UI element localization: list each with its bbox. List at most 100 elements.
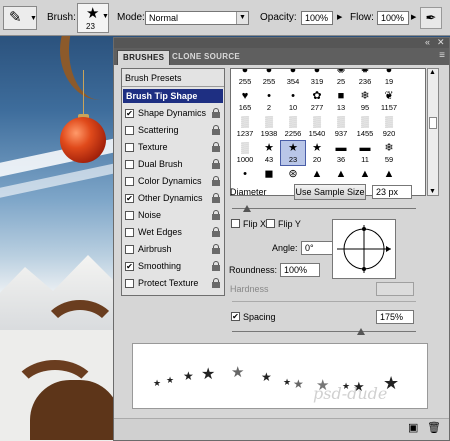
option-other-dynamics[interactable]: ✔ Other Dynamics: [125, 192, 224, 206]
dash-icon: ▬: [335, 142, 347, 154]
diameter-slider-track[interactable]: [232, 208, 416, 209]
option-checkbox[interactable]: [125, 160, 134, 169]
leaf-icon: ❦: [384, 90, 394, 102]
collapse-icon[interactable]: «: [425, 37, 430, 47]
option-checkbox[interactable]: ✔: [125, 109, 134, 118]
brush-tip-dot[interactable]: • 10: [281, 89, 305, 113]
flip-x-checkbox[interactable]: [231, 219, 240, 228]
tool-preset-picker[interactable]: ✎ ▼: [3, 6, 37, 30]
texture-icon: ▒: [265, 116, 273, 128]
brush-tip-texture[interactable]: ▒ 920: [377, 115, 401, 139]
brush-tip-snowflake[interactable]: ❄ 95: [353, 89, 377, 113]
lock-icon[interactable]: [212, 261, 220, 271]
option-color-dynamics[interactable]: Color Dynamics: [125, 175, 224, 189]
square-icon: ■: [337, 90, 345, 102]
scroll-down-icon[interactable]: ▼: [429, 188, 436, 195]
lock-icon[interactable]: [212, 159, 220, 169]
brush-tip-snowflake[interactable]: ❄ 59: [377, 141, 401, 165]
option-checkbox[interactable]: [125, 279, 134, 288]
lock-icon[interactable]: [212, 142, 220, 152]
brush-tip-blob[interactable]: ● 319: [305, 69, 329, 87]
option-scattering[interactable]: Scattering: [125, 124, 224, 138]
brush-tip-blob[interactable]: ● 255: [233, 69, 257, 87]
scroll-up-icon[interactable]: ▲: [429, 69, 436, 76]
scroll-thumb[interactable]: [429, 117, 437, 129]
option-checkbox[interactable]: [125, 211, 134, 220]
lock-icon[interactable]: [212, 193, 220, 203]
spacing-slider-thumb[interactable]: [356, 328, 365, 335]
airbrush-toggle-button[interactable]: ✒: [420, 7, 442, 29]
lock-icon[interactable]: [212, 278, 220, 288]
brush-tip-star[interactable]: ★ 43: [257, 141, 281, 165]
opacity-input[interactable]: 100%: [301, 11, 333, 25]
option-checkbox[interactable]: ✔: [125, 262, 134, 271]
brush-tip-square[interactable]: ■ 13: [329, 89, 353, 113]
close-icon[interactable]: ✕: [437, 37, 445, 48]
flow-input[interactable]: 100%: [377, 11, 409, 25]
use-sample-size-button[interactable]: Use Sample Size: [294, 184, 366, 200]
brush-tip-leaf[interactable]: ❦ 1157: [377, 89, 401, 113]
option-checkbox[interactable]: [125, 245, 134, 254]
lock-icon[interactable]: [212, 244, 220, 254]
brush-tip-swirl[interactable]: ✺ 25: [329, 69, 353, 87]
roundness-input[interactable]: 100%: [280, 263, 320, 277]
option-smoothing[interactable]: ✔ Smoothing: [125, 260, 224, 274]
option-texture[interactable]: Texture: [125, 141, 224, 155]
lock-icon[interactable]: [212, 108, 220, 118]
angle-roundness-widget[interactable]: [332, 219, 396, 279]
brush-tip-flower[interactable]: ✿ 277: [305, 89, 329, 113]
lock-icon[interactable]: [212, 210, 220, 220]
new-preset-icon[interactable]: ▣: [408, 422, 420, 434]
option-airbrush[interactable]: Airbrush: [125, 243, 224, 257]
tab-brushes[interactable]: BRUSHES: [117, 50, 171, 65]
mode-select[interactable]: Normal ▼: [145, 11, 249, 25]
brush-tip-blob[interactable]: ● 354: [281, 69, 305, 87]
option-checkbox[interactable]: [125, 126, 134, 135]
panel-title-bar[interactable]: « ✕: [114, 37, 449, 48]
brush-tip-blob[interactable]: ● 255: [257, 69, 281, 87]
trash-icon[interactable]: 🗑: [427, 422, 441, 434]
brush-tip-texture[interactable]: ▒ 1938: [257, 115, 281, 139]
brush-tip-star[interactable]: ★ 23: [280, 140, 306, 166]
brush-tip-texture[interactable]: ▒ 2256: [281, 115, 305, 139]
lock-icon[interactable]: [212, 125, 220, 135]
spacing-slider-track[interactable]: [232, 331, 416, 332]
option-dual-brush[interactable]: Dual Brush: [125, 158, 224, 172]
brush-tip-shape-item[interactable]: Brush Tip Shape: [123, 89, 223, 103]
option-checkbox[interactable]: [125, 143, 134, 152]
option-wet-edges[interactable]: Wet Edges: [125, 226, 224, 240]
tree-icon: ▲: [311, 168, 323, 180]
brush-tip-texture[interactable]: ▒ 1000: [233, 141, 257, 165]
spacing-input[interactable]: 175%: [376, 310, 414, 324]
brush-tip-texture[interactable]: ▒ 1455: [353, 115, 377, 139]
brush-tip-dot[interactable]: • 2: [257, 89, 281, 113]
panel-menu-icon[interactable]: ≡: [439, 50, 445, 61]
brush-tip-texture[interactable]: ▒ 1540: [305, 115, 329, 139]
spacing-checkbox[interactable]: ✔: [231, 312, 240, 321]
option-checkbox[interactable]: ✔: [125, 194, 134, 203]
tab-clone-source[interactable]: CLONE SOURCE: [167, 50, 245, 65]
brush-presets-item[interactable]: Brush Presets: [122, 69, 224, 87]
brush-tip-dash[interactable]: ▬ 36: [329, 141, 353, 165]
option-shape-dynamics[interactable]: ✔ Shape Dynamics: [125, 107, 224, 121]
brush-tip-heart[interactable]: ♥ 165: [233, 89, 257, 113]
brush-tip-spark[interactable]: ✹ 236: [353, 69, 377, 87]
diameter-slider-thumb[interactable]: [242, 205, 251, 212]
brush-tip-texture[interactable]: ▒ 1237: [233, 115, 257, 139]
brush-tip-dash[interactable]: ▬ 11: [353, 141, 377, 165]
lock-icon[interactable]: [212, 176, 220, 186]
option-protect-texture[interactable]: Protect Texture: [125, 277, 224, 291]
flow-slider-arrow-icon[interactable]: ▶: [411, 13, 416, 21]
brush-picker[interactable]: ★ 23 ▼: [77, 3, 109, 33]
brush-grid-scrollbar[interactable]: ▲ ▼: [427, 68, 439, 196]
brush-tip-blob[interactable]: ● 19: [377, 69, 401, 87]
opacity-slider-arrow-icon[interactable]: ▶: [337, 13, 342, 21]
option-noise[interactable]: Noise: [125, 209, 224, 223]
brush-tip-star[interactable]: ★ 20: [305, 141, 329, 165]
flip-y-checkbox[interactable]: [266, 219, 275, 228]
option-checkbox[interactable]: [125, 228, 134, 237]
brush-tip-texture[interactable]: ▒ 937: [329, 115, 353, 139]
option-checkbox[interactable]: [125, 177, 134, 186]
diameter-input[interactable]: 23 px: [372, 185, 412, 199]
lock-icon[interactable]: [212, 227, 220, 237]
